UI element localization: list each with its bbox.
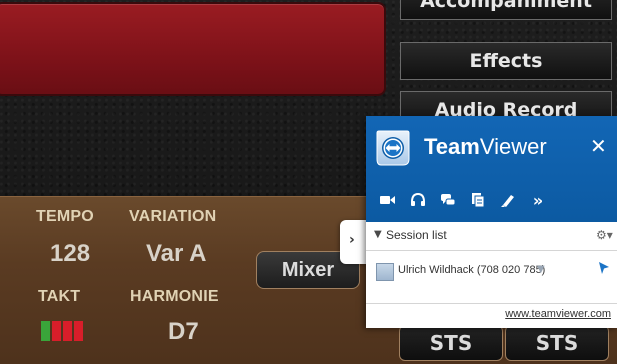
whiteboard-icon[interactable] [496,188,520,212]
session-user-name: Ulrich Wildhack (708 020 785) [398,264,546,276]
tempo-value: 128 [50,240,91,267]
effects-button[interactable]: Effects [400,42,612,80]
harmonie-label: HARMONIE [130,288,219,305]
tempo-label: TEMPO [36,208,94,225]
teamviewer-logo-icon [376,130,410,166]
harmonie-value: D7 [168,318,199,345]
triangle-down-icon: ▼ [374,229,382,240]
close-icon[interactable]: ✕ [590,134,607,158]
files-icon[interactable] [466,188,490,212]
sts-button-2[interactable]: STS [505,325,609,361]
headset-icon[interactable] [406,188,430,212]
session-list-label: Session list [386,228,447,242]
teamviewer-footer: www.teamviewer.com [366,303,617,328]
teamviewer-collapse-tab[interactable]: › [340,220,368,264]
sts-button-1[interactable]: STS [399,325,503,361]
takt-beat-1 [41,321,50,341]
session-list-header[interactable]: ▼ Session list ⚙▾ [366,222,617,251]
red-display-panel [0,2,386,96]
takt-beat-2 [52,321,61,341]
chat-icon[interactable] [436,188,460,212]
teamviewer-toolbar: » [376,188,556,212]
remote-pointer-icon[interactable] [598,261,610,275]
accompaniment-button[interactable]: Accompaniment [400,0,612,20]
takt-beat-3 [63,321,72,341]
teamviewer-title: TeamViewer [424,134,547,159]
takt-beat-4 [74,321,83,341]
variation-label: VARIATION [129,208,217,225]
session-list-item[interactable]: Ulrich Wildhack (708 020 785) ▼ [366,251,617,293]
chevron-down-icon[interactable]: ▼ [537,264,545,275]
user-avatar-icon [376,263,394,281]
gear-icon[interactable]: ⚙▾ [596,228,613,242]
teamviewer-header: TeamViewer ✕ » [366,116,617,222]
chevron-right-icon: › [349,232,355,248]
teamviewer-website-link[interactable]: www.teamviewer.com [505,308,611,320]
teamviewer-panel: TeamViewer ✕ » ▼ Session list ⚙▾ Ulrich … [366,116,617,328]
more-icon[interactable]: » [526,188,550,212]
video-icon[interactable] [376,188,400,212]
variation-value: Var A [146,240,207,267]
takt-label: TAKT [38,288,81,305]
